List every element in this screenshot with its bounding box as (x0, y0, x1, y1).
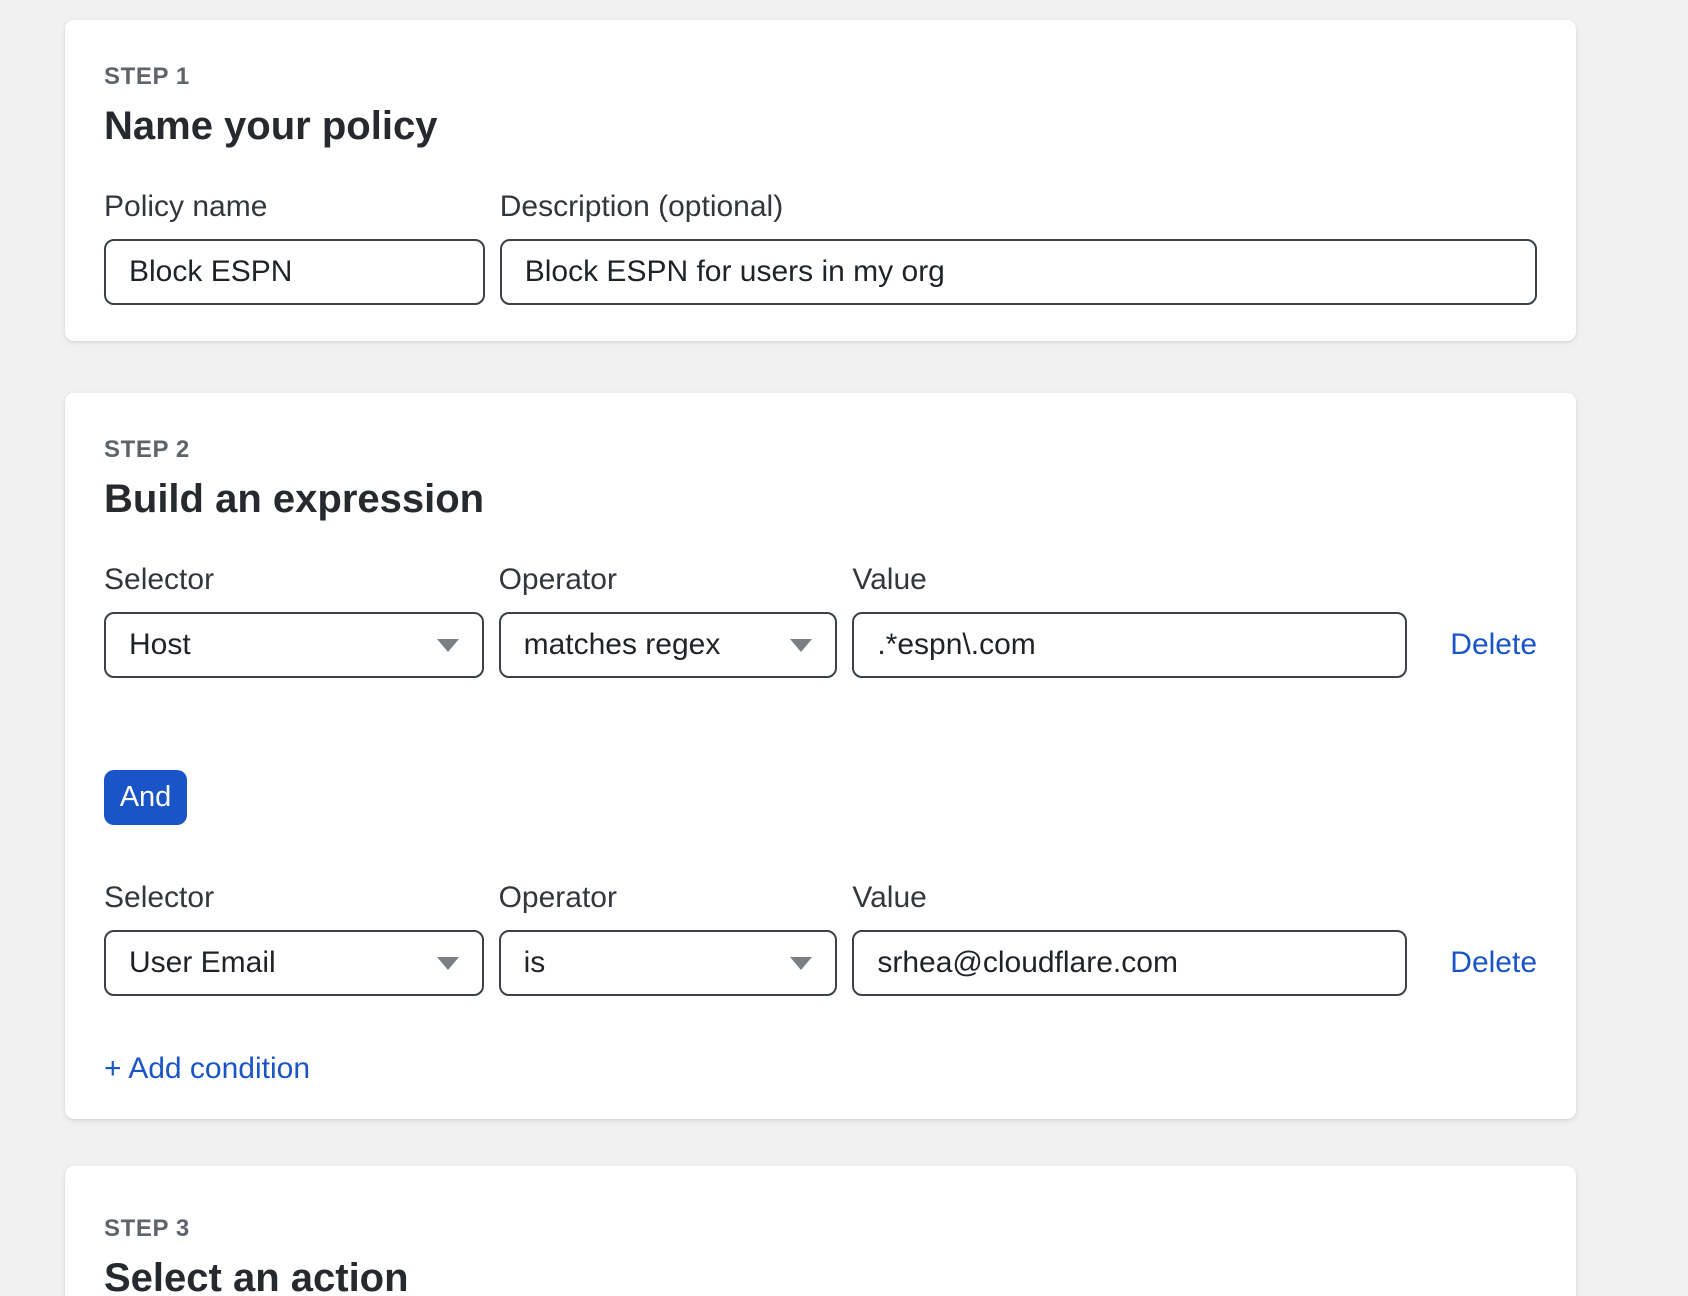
value-column-label: Value (852, 565, 1407, 595)
step1-card: STEP 1 Name your policy Policy name Desc… (65, 20, 1576, 341)
step2-title: Build an expression (104, 475, 1537, 523)
step2-label: STEP 2 (104, 436, 1537, 464)
selector-column-label: Selector (104, 883, 484, 913)
delete-condition-2-link[interactable]: Delete (1450, 946, 1537, 980)
condition-row-1: Selector Host Operator matches regex Val… (104, 565, 1537, 678)
chevron-down-icon (790, 639, 812, 652)
step1-title: Name your policy (104, 102, 1537, 150)
selector-dropdown-1-value: Host (129, 628, 191, 662)
step3-card: STEP 3 Select an action (65, 1166, 1576, 1296)
step2-card: STEP 2 Build an expression Selector Host… (65, 393, 1576, 1119)
value-input-2[interactable] (852, 930, 1407, 996)
step1-label: STEP 1 (104, 63, 1537, 91)
value-input-1[interactable] (852, 612, 1407, 678)
policy-builder-page: STEP 1 Name your policy Policy name Desc… (0, 0, 1688, 1296)
and-join-button[interactable]: And (104, 770, 187, 825)
selector-dropdown-2-value: User Email (129, 946, 276, 980)
description-label: Description (optional) (500, 192, 1537, 222)
add-condition-link[interactable]: + Add condition (104, 1052, 310, 1085)
operator-column-label: Operator (499, 565, 838, 595)
selector-dropdown-2[interactable]: User Email (104, 930, 484, 996)
value-column-label: Value (852, 883, 1407, 913)
chevron-down-icon (437, 957, 459, 970)
selector-dropdown-1[interactable]: Host (104, 612, 484, 678)
policy-name-label: Policy name (104, 192, 485, 222)
chevron-down-icon (437, 639, 459, 652)
chevron-down-icon (790, 957, 812, 970)
delete-condition-1-link[interactable]: Delete (1450, 628, 1537, 662)
operator-dropdown-1-value: matches regex (524, 628, 721, 662)
operator-dropdown-2-value: is (524, 946, 546, 980)
operator-dropdown-1[interactable]: matches regex (499, 612, 838, 678)
step3-label: STEP 3 (104, 1215, 1537, 1243)
description-input[interactable] (500, 239, 1537, 305)
condition-row-2: Selector User Email Operator is Value De… (104, 883, 1537, 996)
operator-column-label: Operator (499, 883, 838, 913)
selector-column-label: Selector (104, 565, 484, 595)
policy-name-input[interactable] (104, 239, 485, 305)
step3-title: Select an action (104, 1254, 1537, 1296)
operator-dropdown-2[interactable]: is (499, 930, 838, 996)
